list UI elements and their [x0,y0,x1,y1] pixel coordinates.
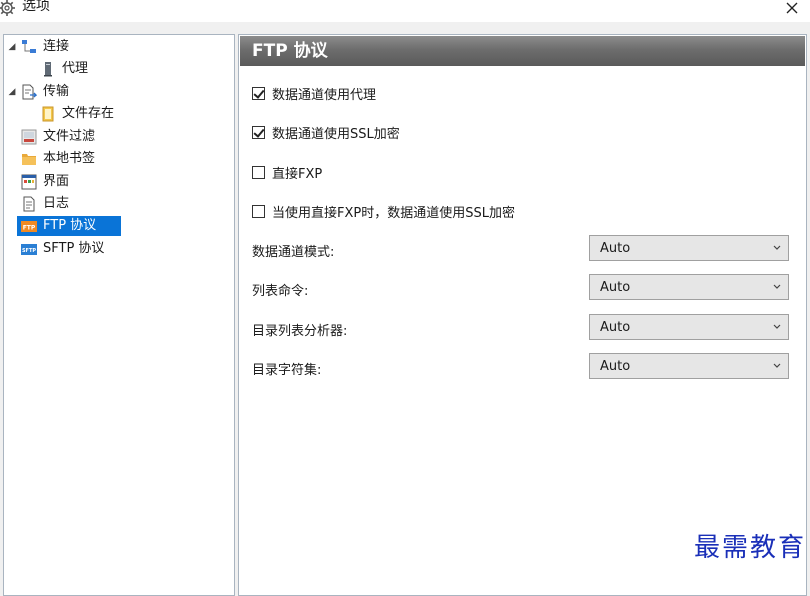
tree-item-label: 传输 [43,84,70,99]
options-tree: ◢ 连接 代理 ◢ 传输 文件存在 文件过滤 本地书签 界面 日志 FTP FT… [3,34,235,596]
tree-item-label: 文件存在 [62,106,115,121]
watermark: 最需教育 [693,533,806,563]
tree-item-connection[interactable]: ◢ 连接 [7,37,69,57]
checkbox-checked[interactable] [252,87,265,100]
expanded-arrow-icon[interactable]: ◢ [7,82,17,102]
ftp-badge-text: FTP [23,225,36,232]
gear-icon [0,0,15,16]
option-label: 直接FXP [272,167,323,182]
panel-title: FTP 协议 [240,36,805,66]
tree-item-label: 代理 [62,61,89,76]
data-channel-mode-label: 数据通道模式: [252,245,335,260]
tree-item-label: 日志 [43,196,70,211]
close-icon [786,2,798,14]
select-value: Auto [600,240,631,256]
option-label: 当使用直接FXP时，数据通道使用SSL加密 [272,206,515,221]
proxy-server-icon [44,62,52,77]
tree-item-label: SFTP 协议 [43,241,105,256]
tree-item-local-bookmarks[interactable]: 本地书签 [21,149,95,169]
transfer-document-icon [22,84,37,100]
title-bar: 选项 [0,0,810,22]
close-button[interactable] [774,0,810,18]
tree-item-interface[interactable]: 界面 [21,172,69,192]
chevron-down-icon [773,324,781,329]
tree-item-label: 文件过滤 [43,129,96,144]
tree-item-file-filter[interactable]: 文件过滤 [21,127,95,147]
network-icon [22,40,36,53]
option-data-channel-proxy[interactable]: 数据通道使用代理 [252,84,376,103]
directory-charset-select[interactable]: Auto [589,353,789,379]
data-channel-mode-select[interactable]: Auto [589,235,789,261]
list-command-select[interactable]: Auto [589,274,789,300]
tree-item-label: 本地书签 [43,151,96,166]
tree-item-file-exists[interactable]: 文件存在 [40,104,114,124]
checkbox-checked[interactable] [252,126,265,139]
option-label: 数据通道使用代理 [272,88,377,103]
log-icon [23,196,35,212]
checkbox-unchecked[interactable] [252,166,265,179]
tree-item-log[interactable]: 日志 [21,194,69,214]
tree-item-label: 连接 [43,39,70,54]
tree-item-label: 界面 [43,174,70,189]
file-exists-icon [42,106,54,122]
tree-item-ftp[interactable]: FTP FTP 协议 [17,216,121,236]
window-title: 选项 [22,0,50,14]
window-icon [21,174,37,190]
option-fxp-ssl[interactable]: 当使用直接FXP时，数据通道使用SSL加密 [252,202,515,221]
ftp-settings-panel: FTP 协议 数据通道使用代理 数据通道使用SSL加密 直接FXP 当使用直接F… [238,34,807,596]
checkbox-unchecked[interactable] [252,205,265,218]
listing-parser-select[interactable]: Auto [589,314,789,340]
option-data-channel-ssl[interactable]: 数据通道使用SSL加密 [252,123,400,142]
sftp-badge-text: SFTP [22,248,36,254]
expanded-arrow-icon[interactable]: ◢ [7,37,17,57]
option-direct-fxp[interactable]: 直接FXP [252,163,322,182]
folder-icon [22,154,36,165]
select-value: Auto [600,319,631,335]
filter-icon [21,129,37,145]
tree-item-transfer[interactable]: ◢ 传输 [7,82,69,102]
directory-charset-label: 目录字符集: [252,363,322,378]
sftp-icon: SFTP [21,244,37,255]
tree-item-label: FTP 协议 [43,218,97,233]
list-command-label: 列表命令: [252,284,309,299]
listing-parser-label: 目录列表分析器: [252,324,348,339]
chevron-down-icon [773,245,781,250]
chevron-down-icon [773,363,781,368]
ftp-icon: FTP [21,221,37,232]
select-value: Auto [600,279,631,295]
tree-item-sftp[interactable]: SFTP SFTP 协议 [21,239,104,259]
chevron-down-icon [773,284,781,289]
option-label: 数据通道使用SSL加密 [272,127,400,142]
tree-item-proxy[interactable]: 代理 [40,59,88,79]
select-value: Auto [600,358,631,374]
